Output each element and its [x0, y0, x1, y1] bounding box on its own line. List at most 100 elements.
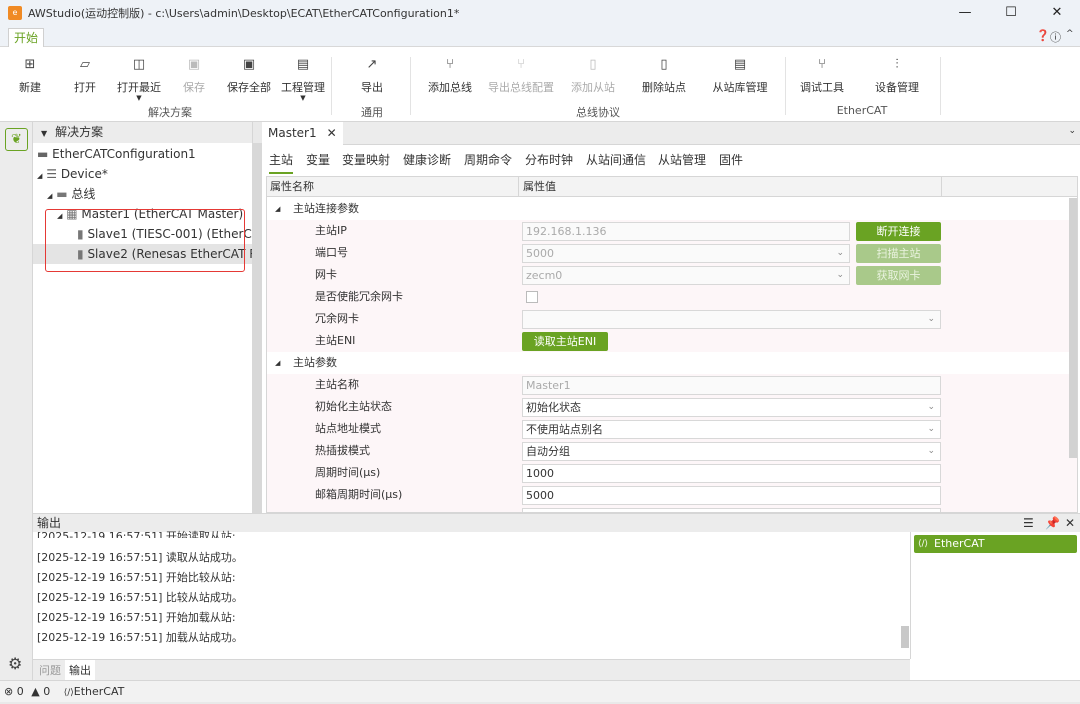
open-recent-button[interactable]: ◫ 打开最近 ▼ [109, 57, 169, 102]
recent-icon: ◫ [132, 57, 146, 72]
info-icon[interactable]: ⓘ [1050, 29, 1061, 45]
export-icon: ↗ [366, 57, 378, 72]
warning-count: 0 [43, 685, 51, 698]
redundant-checkbox[interactable] [526, 291, 538, 303]
subtab-firmware[interactable]: 固件 [719, 151, 743, 168]
scan-master-button[interactable]: 扫描主站 [856, 244, 941, 263]
save-all-button[interactable]: ▣ 保存全部 [219, 57, 279, 95]
bottom-tabs: 问题 输出 [33, 659, 910, 682]
group-connection[interactable]: ◢ 主站连接参数 [267, 198, 1077, 220]
row-redundant-enable: 是否使能冗余网卡 [267, 286, 1077, 308]
delete-station-button[interactable]: ▯ 删除站点 [634, 57, 694, 95]
log-line: [2025-12-19 16:57:51] 加载从站成功。 [37, 631, 243, 644]
row-port: 端口号 5000 ⌄ 扫描主站 [267, 242, 1077, 264]
init-state-select[interactable]: 初始化状态 ⌄ [522, 398, 941, 417]
save-icon: ▣ [187, 57, 201, 72]
status-context[interactable]: EtherCAT [74, 685, 125, 698]
save-button[interactable]: ▣ 保存 [164, 57, 224, 95]
tree-item-bus[interactable]: ◢ ▬ 总线 [47, 184, 95, 204]
read-eni-button[interactable]: 读取主站ENI [522, 332, 608, 351]
tab-output[interactable]: 输出 [65, 660, 95, 682]
log-line: [2025-12-19 16:57:51] 比较从站成功。 [37, 591, 243, 604]
filter-item-ethercat[interactable]: ⟨/⟩ EtherCAT [914, 535, 1077, 553]
ip-field[interactable]: 192.168.1.136 [522, 222, 850, 241]
get-nic-button[interactable]: 获取网卡 [856, 266, 941, 285]
group-divider [331, 57, 332, 115]
cycle-time-field[interactable]: 1000 [522, 464, 941, 483]
slave-library-button[interactable]: ▤ 从站库管理 [705, 57, 775, 95]
tab-master1[interactable]: Master1 ✕ [262, 122, 343, 145]
subtab-cyclic-cmd[interactable]: 周期命令 [464, 151, 512, 168]
property-subtabs: 主站 变量 变量映射 健康诊断 周期命令 分布时钟 从站间通信 从站管理 固件 [262, 145, 1080, 174]
row-partial [267, 506, 1077, 512]
hotplug-select[interactable]: 自动分组 ⌄ [522, 442, 941, 461]
help-icon[interactable]: ❓ [1036, 29, 1050, 42]
project-manage-button[interactable]: ▤ 工程管理 ▼ [273, 57, 333, 102]
tree-item-solution[interactable]: ▬ EtherCATConfiguration1 [37, 144, 196, 164]
grid-scrollbar[interactable] [1069, 198, 1077, 458]
subtab-slave-manage[interactable]: 从站管理 [658, 151, 706, 168]
tab-problems[interactable]: 问题 [35, 660, 65, 682]
port-select[interactable]: 5000 ⌄ [522, 244, 850, 263]
property-grid: 属性名称 属性值 ◢ 主站连接参数 主站IP 192.168.1.136 断开连接 端… [266, 176, 1078, 513]
device-manage-icon: ⫶ [895, 57, 899, 72]
minimize-button[interactable]: — [942, 0, 988, 26]
address-mode-select[interactable]: 不使用站点别名 ⌄ [522, 420, 941, 439]
code-icon: ⟨/⟩ [918, 539, 929, 549]
subtab-variables[interactable]: 变量 [306, 151, 330, 168]
col-value-header: 属性值 [518, 177, 556, 197]
close-button[interactable]: ✕ [1034, 0, 1080, 26]
close-tab-icon[interactable]: ✕ [327, 126, 337, 140]
subtab-dc[interactable]: 分布时钟 [525, 151, 573, 168]
subtab-slave-comm[interactable]: 从站间通信 [586, 151, 646, 168]
subtab-variable-mapping[interactable]: 变量映射 [342, 151, 390, 168]
chevron-down-icon: ▼ [300, 94, 306, 102]
device-manage-button[interactable]: ⫶ 设备管理 [867, 57, 927, 95]
tab-start[interactable]: 开始 [8, 28, 45, 48]
settings-gear-icon[interactable]: ⚙ [8, 654, 22, 673]
project-icon: ▤ [296, 57, 310, 72]
solution-panel: ▼ 解决方案 ▬ EtherCATConfiguration1 ◢ ☰ Devic… [33, 122, 271, 513]
folder-icon: ▬ [37, 147, 49, 161]
warning-icon: ▲ [31, 685, 40, 698]
solution-leaf-icon[interactable]: ❦ [5, 128, 28, 151]
group-label-bus: 总线协议 [576, 106, 620, 119]
subtab-master[interactable]: 主站 [269, 151, 294, 174]
tree-item-device[interactable]: ◢ ☰ Device* [37, 164, 108, 184]
row-redundant-nic: 冗余网卡 ⌄ [267, 308, 1077, 330]
add-bus-icon: ⑂ [446, 57, 454, 72]
error-count: 0 [16, 685, 24, 698]
solution-scrollbar[interactable] [252, 143, 262, 513]
master-name-field[interactable]: Master1 [522, 376, 941, 395]
group-label-solution: 解决方案 [148, 106, 192, 119]
open-button[interactable]: ▱ 打开 [55, 57, 115, 95]
debug-icon: ⑂ [818, 57, 826, 72]
debug-tool-button[interactable]: ⑂ 调试工具 [792, 57, 852, 95]
pin-icon[interactable]: 📌 [1045, 514, 1060, 532]
grid-header: 属性名称 属性值 [267, 177, 1077, 197]
nic-select[interactable]: zecm0 ⌄ [522, 266, 850, 285]
open-folder-icon: ▱ [80, 57, 90, 72]
folder-icon: ▬ [56, 187, 68, 201]
list-icon: ☰ [46, 167, 57, 181]
new-button[interactable]: ⊞ 新建 [0, 57, 60, 95]
tab-overflow-icon[interactable]: ⌄ [1068, 126, 1076, 136]
close-panel-icon[interactable]: ✕ [1065, 514, 1075, 532]
maximize-button[interactable]: ☐ [988, 0, 1034, 26]
add-slave-button[interactable]: ▯ 添加从站 [563, 57, 623, 95]
clear-icon[interactable]: ☰ [1023, 514, 1034, 532]
group-label-general: 通用 [361, 106, 383, 119]
subtab-health[interactable]: 健康诊断 [403, 151, 451, 168]
row-eni: 主站ENI 读取主站ENI [267, 330, 1077, 352]
export-button[interactable]: ↗ 导出 [342, 57, 402, 95]
disconnect-button[interactable]: 断开连接 [856, 222, 941, 241]
collapse-icon: ▼ [41, 129, 48, 138]
export-bus-config-button[interactable]: ⑂ 导出总线配置 [483, 57, 559, 95]
collapse-ribbon-icon[interactable]: ^ [1066, 29, 1074, 39]
add-bus-button[interactable]: ⑂ 添加总线 [420, 57, 480, 95]
group-master-params[interactable]: ◢ 主站参数 [267, 352, 1077, 374]
mailbox-time-field[interactable]: 5000 [522, 486, 941, 505]
redundant-nic-select[interactable]: ⌄ [522, 310, 941, 329]
row-cycle-time: 周期时间(μs) 1000 [267, 462, 1077, 484]
output-scrollbar[interactable] [901, 626, 909, 648]
